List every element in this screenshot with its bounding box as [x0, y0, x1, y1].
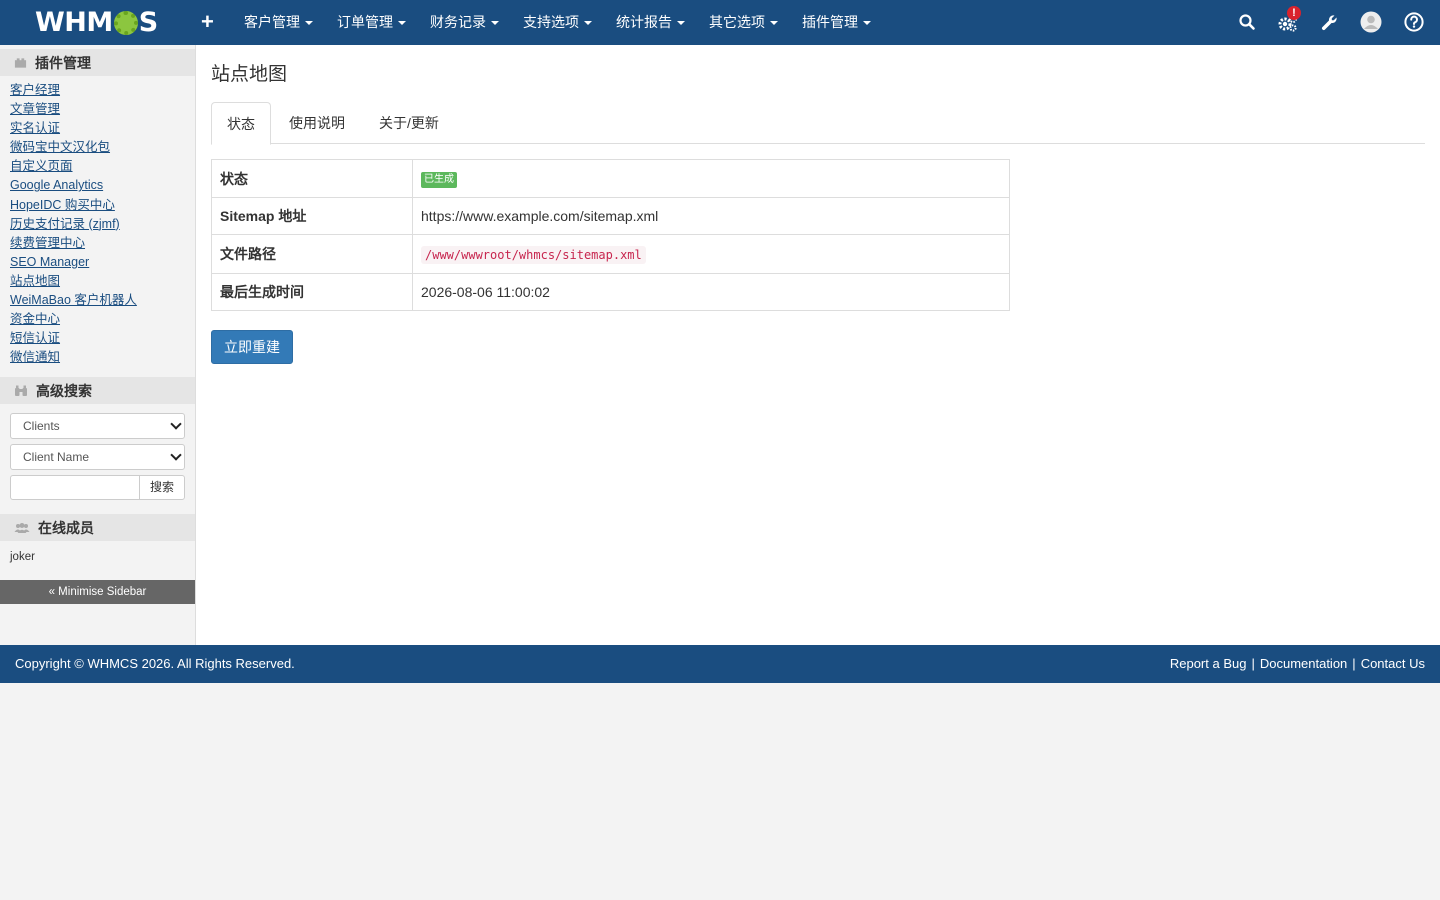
sidebar-link-payment-history[interactable]: 历史支付记录 (zjmf) [10, 215, 190, 234]
main-content: 站点地图 状态 使用说明 关于/更新 状态 已生成 Sitemap 地址 htt… [196, 45, 1440, 645]
menu-support[interactable]: 支持选项 [511, 0, 604, 45]
addons-header: 插件管理 [0, 49, 195, 76]
quick-add-button[interactable]: + [201, 10, 214, 34]
page-title: 站点地图 [211, 64, 288, 85]
row-value: /www/wwwroot/whmcs/sitemap.xml [412, 234, 1010, 274]
table-row: 文件路径 /www/wwwroot/whmcs/sitemap.xml [211, 234, 1010, 274]
menu-label: 插件管理 [802, 14, 858, 30]
menu-label: 订单管理 [337, 14, 393, 30]
menu-billing[interactable]: 财务记录 [418, 0, 511, 45]
search-field-value: Client Name [23, 450, 90, 464]
search-button[interactable]: 搜索 [139, 475, 185, 500]
caret-down-icon [677, 21, 685, 26]
menu-label: 支持选项 [523, 14, 579, 30]
contact-us-link[interactable]: Contact Us [1361, 656, 1425, 671]
sidebar-link-sitemap[interactable]: 站点地图 [10, 272, 190, 291]
sidebar-link-hopeidc[interactable]: HopeIDC 购买中心 [10, 196, 190, 215]
user-avatar-icon[interactable] [1360, 11, 1382, 33]
sidebar-link-google-analytics[interactable]: Google Analytics [10, 176, 190, 195]
sitemap-url: https://www.example.com/sitemap.xml [412, 197, 1010, 235]
footer: Copyright © WHMCS 2026. All Rights Reser… [0, 645, 1440, 683]
users-icon [14, 522, 30, 533]
logo-gear-icon [113, 11, 138, 35]
rebuild-now-button[interactable]: 立即重建 [211, 330, 293, 364]
whmcs-logo[interactable]: WHM S [35, 6, 158, 38]
advanced-search-header: 高级搜索 [0, 377, 195, 404]
search-field-select[interactable]: Client Name [10, 444, 185, 470]
wrench-icon[interactable] [1321, 14, 1338, 31]
row-value: 已生成 [412, 159, 1010, 198]
row-label: 文件路径 [211, 234, 413, 274]
addons-title: 插件管理 [35, 54, 91, 71]
caret-down-icon [770, 21, 778, 26]
caret-down-icon [584, 21, 592, 26]
top-navbar: WHM S + 客户管理 订单管理 财务记录 支持选项 统计报告 其它选项 插件管… [0, 0, 1440, 45]
menu-clients[interactable]: 客户管理 [232, 0, 325, 45]
sidebar: 插件管理 客户经理 文章管理 实名认证 微码宝中文汉化包 自定义页面 Googl… [0, 45, 196, 645]
search-type-value: Clients [23, 419, 60, 433]
search-input[interactable] [10, 475, 140, 500]
table-row: 状态 已生成 [211, 159, 1010, 198]
tab-bar: 状态 使用说明 关于/更新 [211, 102, 1425, 145]
sidebar-link-wechat[interactable]: 微信通知 [10, 348, 190, 367]
copyright-text: Copyright © WHMCS 2026. All Rights Reser… [15, 656, 295, 671]
table-row: 最后生成时间 2026-08-06 11:00:02 [211, 273, 1010, 311]
online-staff-header: 在线成员 [0, 514, 195, 541]
sidebar-link-sms[interactable]: 短信认证 [10, 329, 190, 348]
footer-separator: | [1251, 656, 1255, 671]
alert-badge: ! [1287, 6, 1301, 20]
footer-links: Report a Bug | Documentation | Contact Us [1170, 645, 1425, 683]
row-label: Sitemap 地址 [211, 197, 413, 235]
sidebar-link-chinese-pack[interactable]: 微码宝中文汉化包 [10, 138, 190, 157]
binoculars-icon [15, 385, 27, 396]
sidebar-link-weimabao-bot[interactable]: WeiMaBao 客户机器人 [10, 291, 190, 310]
menu-addons[interactable]: 插件管理 [790, 0, 883, 45]
caret-down-icon [491, 21, 499, 26]
documentation-link[interactable]: Documentation [1260, 656, 1347, 671]
help-icon[interactable] [1404, 12, 1424, 32]
chevron-down-icon [170, 418, 182, 430]
file-path-code: /www/wwwroot/whmcs/sitemap.xml [421, 246, 646, 264]
sidebar-link-realname[interactable]: 实名认证 [10, 119, 190, 138]
caret-down-icon [863, 21, 871, 26]
tab-instructions[interactable]: 使用说明 [274, 102, 360, 144]
sidebar-link-account-manager[interactable]: 客户经理 [10, 81, 190, 100]
menu-utilities[interactable]: 其它选项 [697, 0, 790, 45]
sidebar-link-renewal[interactable]: 续费管理中心 [10, 234, 190, 253]
online-staff-title: 在线成员 [38, 519, 94, 536]
report-bug-link[interactable]: Report a Bug [1170, 656, 1247, 671]
logo-text-right: S [138, 6, 158, 38]
menu-label: 财务记录 [430, 14, 486, 30]
caret-down-icon [398, 21, 406, 26]
last-generated-time: 2026-08-06 11:00:02 [412, 273, 1010, 311]
chevron-down-icon [170, 449, 182, 461]
addons-list: 客户经理 文章管理 实名认证 微码宝中文汉化包 自定义页面 Google Ana… [10, 81, 190, 367]
tab-status[interactable]: 状态 [211, 102, 271, 145]
sidebar-link-seo-manager[interactable]: SEO Manager [10, 253, 190, 272]
advanced-search-title: 高级搜索 [36, 382, 92, 399]
caret-down-icon [305, 21, 313, 26]
menu-reports[interactable]: 统计报告 [604, 0, 697, 45]
search-type-select[interactable]: Clients [10, 413, 185, 439]
tab-about-updates[interactable]: 关于/更新 [364, 102, 454, 144]
search-icon[interactable] [1238, 13, 1256, 31]
sitemap-info-table: 状态 已生成 Sitemap 地址 https://www.example.co… [211, 159, 1010, 311]
row-label: 状态 [211, 159, 413, 198]
table-row: Sitemap 地址 https://www.example.com/sitem… [211, 197, 1010, 235]
footer-separator: | [1352, 656, 1356, 671]
row-label: 最后生成时间 [211, 273, 413, 311]
menu-label: 客户管理 [244, 14, 300, 30]
main-menu: 客户管理 订单管理 财务记录 支持选项 统计报告 其它选项 插件管理 [232, 0, 883, 45]
sidebar-link-articles[interactable]: 文章管理 [10, 100, 190, 119]
logo-text-left: WHM [35, 6, 113, 38]
online-user-name: joker [10, 551, 35, 563]
menu-label: 统计报告 [616, 14, 672, 30]
menu-orders[interactable]: 订单管理 [325, 0, 418, 45]
cube-icon [14, 57, 27, 68]
status-badge: 已生成 [421, 172, 457, 188]
menu-label: 其它选项 [709, 14, 765, 30]
sidebar-link-funds[interactable]: 资金中心 [10, 310, 190, 329]
sidebar-link-custom-pages[interactable]: 自定义页面 [10, 157, 190, 176]
minimise-sidebar-button[interactable]: « Minimise Sidebar [0, 580, 195, 604]
